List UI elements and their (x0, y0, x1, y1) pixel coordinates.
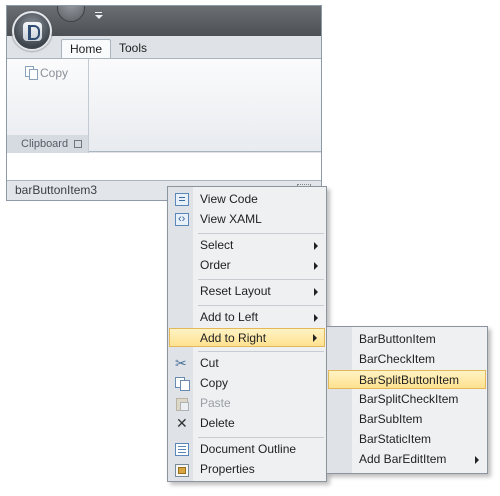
ribbon-page-home: Copy Clipboard (7, 58, 321, 153)
menu-item-cut[interactable]: Cut (169, 354, 325, 373)
cut-icon (175, 354, 189, 373)
copy-icon (25, 66, 38, 80)
menu-item-label: Select (200, 238, 234, 252)
menu-separator (198, 351, 324, 352)
menu-item-add-to-right[interactable]: Add to Right (169, 328, 325, 347)
title-bar (7, 6, 321, 36)
menu-item-label: BarCheckItem (359, 352, 436, 366)
group-caption-label: Clipboard (21, 138, 69, 150)
group-caption-clipboard: Clipboard (7, 135, 88, 153)
menu-item-reset-layout[interactable]: Reset Layout (169, 282, 325, 301)
submenu-item-bar-static-item[interactable]: BarStaticItem (328, 430, 486, 449)
menu-item-label: Properties (200, 462, 255, 476)
menu-item-label: Add to Right (200, 331, 267, 345)
quick-access-button[interactable] (57, 6, 85, 22)
menu-item-order[interactable]: Order (169, 256, 325, 275)
document-area (7, 153, 321, 180)
tab-home[interactable]: Home (61, 39, 112, 58)
view-xaml-icon (175, 210, 189, 229)
app-logo-icon (23, 22, 42, 41)
ribbon-copy-label: Copy (40, 66, 69, 80)
menu-item-select[interactable]: Select (169, 236, 325, 255)
quick-access-dropdown-icon[interactable] (93, 11, 105, 21)
submenu-item-bar-split-check-item[interactable]: BarSplitCheckItem (328, 390, 486, 409)
menu-item-label: BarSplitCheckItem (359, 392, 459, 406)
menu-item-label: BarSubItem (359, 412, 423, 426)
menu-separator (198, 279, 324, 280)
menu-item-label: BarButtonItem (359, 332, 436, 346)
ribbon-window: Home Tools Copy Clipboard barButtonItem3 (6, 5, 322, 201)
menu-item-add-to-left[interactable]: Add to Left (169, 308, 325, 327)
submenu-arrow-icon (314, 288, 318, 296)
ribbon-tab-strip: Home Tools (7, 36, 321, 58)
copy-icon (175, 377, 190, 391)
properties-icon (175, 463, 189, 477)
menu-item-copy[interactable]: Copy (169, 374, 325, 393)
menu-separator (198, 437, 324, 438)
menu-item-label: Copy (200, 376, 229, 390)
menu-item-label: Reset Layout (200, 284, 271, 298)
submenu-arrow-icon (314, 242, 318, 250)
submenu-add-to-right: BarButtonItem BarCheckItem BarSplitButto… (326, 326, 488, 474)
menu-item-properties[interactable]: Properties (169, 460, 325, 479)
view-code-icon (175, 193, 189, 206)
submenu-arrow-icon (314, 314, 318, 322)
menu-item-label: BarStaticItem (359, 432, 432, 446)
application-menu-button[interactable] (12, 11, 52, 51)
menu-separator (198, 305, 324, 306)
menu-item-label: Delete (200, 416, 235, 430)
menu-item-label: Order (200, 258, 231, 272)
menu-item-label: Add to Left (200, 310, 259, 324)
menu-separator (198, 233, 324, 234)
tab-tools[interactable]: Tools (111, 39, 155, 58)
submenu-arrow-icon (314, 262, 318, 270)
submenu-arrow-icon (313, 334, 317, 342)
submenu-item-add-bar-edit-item[interactable]: Add BarEditItem (328, 450, 486, 469)
submenu-item-bar-split-button-item[interactable]: BarSplitButtonItem (328, 370, 486, 389)
dialog-launcher-icon[interactable] (74, 140, 82, 148)
menu-item-view-code[interactable]: View Code (169, 190, 325, 209)
menu-item-label: View Code (200, 192, 258, 206)
document-outline-icon (175, 443, 189, 456)
menu-item-document-outline[interactable]: Document Outline (169, 440, 325, 459)
status-bar-item[interactable]: barButtonItem3 (15, 183, 97, 197)
context-menu: View Code View XAML Select Order Reset L… (167, 186, 327, 482)
submenu-arrow-icon (475, 456, 479, 464)
menu-item-label: View XAML (200, 212, 262, 226)
menu-item-label: Document Outline (200, 442, 297, 456)
menu-item-label: Cut (200, 356, 219, 370)
menu-item-label: BarSplitButtonItem (359, 373, 460, 387)
ribbon-copy-button[interactable]: Copy (25, 65, 68, 83)
menu-item-label: Paste (200, 396, 231, 410)
ribbon-group-clipboard: Copy Clipboard (7, 59, 89, 153)
paste-icon (175, 397, 189, 411)
menu-item-delete[interactable]: Delete (169, 414, 325, 433)
delete-icon (175, 414, 189, 433)
submenu-item-bar-check-item[interactable]: BarCheckItem (328, 350, 486, 369)
submenu-item-bar-sub-item[interactable]: BarSubItem (328, 410, 486, 429)
submenu-item-bar-button-item[interactable]: BarButtonItem (328, 330, 486, 349)
menu-item-label: Add BarEditItem (359, 452, 447, 466)
menu-item-view-xaml[interactable]: View XAML (169, 210, 325, 229)
menu-item-paste[interactable]: Paste (169, 394, 325, 413)
